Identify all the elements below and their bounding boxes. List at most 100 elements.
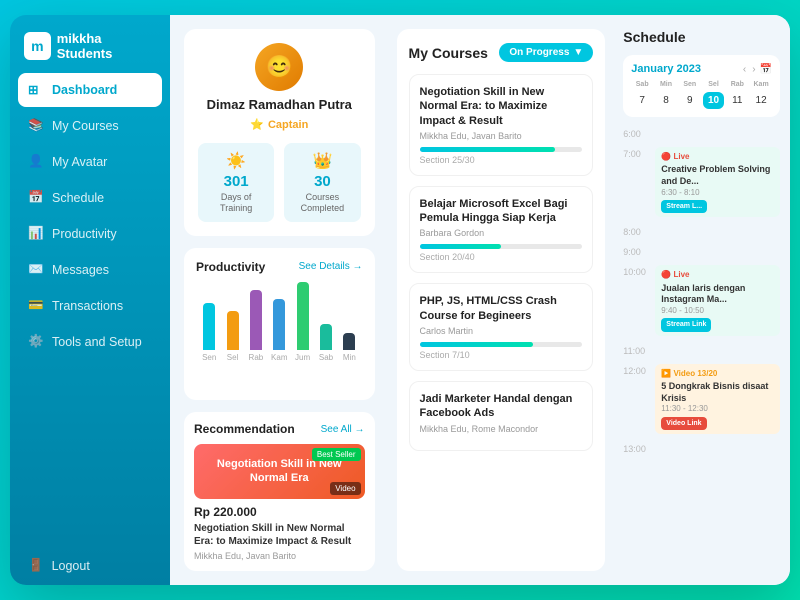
progress-container-3: [420, 342, 583, 347]
time-slot-700: 7:00 🔴 Live Creative Problem Solving and…: [623, 147, 780, 217]
progress-container-1: [420, 147, 583, 152]
calendar-nav: ‹ › 📅: [741, 64, 772, 75]
logout-button[interactable]: 🚪 Logout: [10, 546, 170, 585]
progress-container-2: [420, 244, 583, 249]
bar-min: [343, 333, 355, 350]
stream-link-2[interactable]: Stream Link: [661, 318, 711, 331]
course-card-2[interactable]: Belajar Microsoft Excel Bagi Pemula Hing…: [409, 186, 594, 274]
video-link-1[interactable]: Video Link: [661, 417, 706, 430]
see-details-link[interactable]: See Details →: [299, 261, 363, 272]
cal-day-12[interactable]: 12: [750, 92, 772, 109]
course-title-4: Jadi Marketer Handal dengan Facebook Ads: [420, 392, 583, 421]
chevron-down-icon: ▼: [573, 47, 583, 58]
time-slot-1100: 11:00: [623, 344, 780, 356]
logout-label: Logout: [52, 559, 90, 573]
time-1100: 11:00: [623, 344, 649, 356]
next-month-button[interactable]: ›: [750, 64, 757, 75]
productivity-title: Productivity: [196, 260, 265, 274]
sidebar-label-messages: Messages: [52, 263, 109, 277]
schedule-timeline: 6:00 7:00 🔴 Live Creative Problem Solvin…: [623, 127, 780, 571]
bar-col-sel: Sel: [223, 311, 241, 361]
schedule-title: Schedule: [623, 29, 780, 45]
bar-jum: [297, 282, 309, 350]
prev-month-button[interactable]: ‹: [741, 64, 748, 75]
app-name: mikkha Students: [57, 31, 156, 61]
bar-rab: [250, 290, 262, 350]
calendar-header: January 2023 ‹ › 📅: [631, 63, 772, 75]
calendar-icon[interactable]: 📅: [760, 64, 772, 75]
recommendation-card: Recommendation See All → Negotiation Ski…: [184, 412, 375, 571]
progress-bar-1: [420, 147, 555, 152]
live-badge-2: 🔴 Live: [661, 270, 689, 280]
event-creative-problem[interactable]: 🔴 Live Creative Problem Solving and De..…: [655, 147, 780, 217]
profile-stats: ☀️ 301 Days of Training 👑 30 Courses Com…: [198, 143, 361, 222]
stat-courses-completed: 👑 30 Courses Completed: [284, 143, 360, 222]
bar-col-jum: Jum: [293, 282, 311, 362]
course-author-3: Carlos Martin: [420, 326, 583, 336]
rec-title: Negotiation Skill in New Normal Era: to …: [194, 522, 365, 548]
time-800: 8:00: [623, 225, 649, 237]
progress-bar-3: [420, 342, 534, 347]
logout-icon: 🚪: [28, 558, 44, 573]
course-card-1[interactable]: Negotiation Skill in New Normal Era: to …: [409, 74, 594, 176]
cal-day-7[interactable]: 7: [631, 92, 653, 109]
sidebar-item-transactions[interactable]: 💳 Transactions: [18, 289, 162, 323]
cal-day-label-5: Kam: [750, 81, 772, 88]
productivity-card: Productivity See Details → SenSelRabKamJ…: [184, 248, 375, 400]
sidebar-item-schedule[interactable]: 📅 Schedule: [18, 181, 162, 215]
tools-icon: ⚙️: [28, 334, 44, 350]
bar-col-rab: Rab: [247, 290, 265, 362]
time-slot-1200: 12:00 ▶️ Video 13/20 5 Dongkrak Bisnis d…: [623, 364, 780, 434]
cal-day-11[interactable]: 11: [726, 92, 748, 109]
bar-sen: [203, 303, 215, 350]
time-1200: 12:00: [623, 364, 649, 376]
schedule-icon: 📅: [28, 190, 44, 206]
time-slot-600: 6:00: [623, 127, 780, 139]
event-jualan[interactable]: 🔴 Live Jualan laris dengan Instagram Ma.…: [655, 265, 780, 335]
stream-link-1[interactable]: Stream L...: [661, 200, 707, 213]
rec-type-badge: Video: [330, 482, 360, 495]
bar-label-sel: Sel: [227, 353, 239, 362]
avatar: 😊: [255, 43, 303, 91]
calendar-month: January 2023: [631, 63, 701, 75]
recommendation-title: Recommendation: [194, 422, 295, 436]
course-title-2: Belajar Microsoft Excel Bagi Pemula Hing…: [420, 197, 583, 226]
cal-day-8[interactable]: 8: [655, 92, 677, 109]
stat-days-value: 301: [224, 173, 249, 190]
course-author-2: Barbara Gordon: [420, 228, 583, 238]
progress-bar-2: [420, 244, 501, 249]
cal-day-10[interactable]: 10: [703, 92, 725, 109]
time-1000: 10:00: [623, 265, 649, 277]
filter-button[interactable]: On Progress ▼: [499, 43, 593, 62]
live-badge-1: 🔴 Live: [661, 152, 689, 162]
rec-price: Rp 220.000: [194, 505, 365, 519]
course-author-4: Mikkha Edu, Rome Macondor: [420, 424, 583, 434]
bar-kam: [273, 299, 285, 350]
sidebar-label-dashboard: Dashboard: [52, 83, 117, 97]
bar-label-sab: Sab: [319, 353, 333, 362]
stat-courses-label: Courses Completed: [290, 192, 354, 214]
bar-label-rab: Rab: [249, 353, 264, 362]
see-all-link[interactable]: See All →: [321, 424, 365, 435]
sidebar-item-productivity[interactable]: 📊 Productivity: [18, 217, 162, 251]
bar-col-sab: Sab: [317, 324, 335, 362]
sidebar-item-dashboard[interactable]: ⊞ Dashboard: [18, 73, 162, 107]
event-title-dongkrak: 5 Dongkrak Bisnis disaat Krisis: [661, 381, 774, 404]
sidebar-item-my-avatar[interactable]: 👤 My Avatar: [18, 145, 162, 179]
recommendation-image: Negotiation Skill in New Normal Era Best…: [194, 444, 365, 499]
calendar-days-header: Sab Min Sen Sel Rab Kam: [631, 81, 772, 88]
bar-label-jum: Jum: [295, 353, 310, 362]
rec-best-seller-badge: Best Seller: [312, 448, 361, 461]
time-700: 7:00: [623, 147, 649, 159]
sidebar-item-my-courses[interactable]: 📚 My Courses: [18, 109, 162, 143]
course-card-3[interactable]: PHP, JS, HTML/CSS Crash Course for Begin…: [409, 283, 594, 371]
sidebar-label-tools: Tools and Setup: [52, 335, 142, 349]
stat-days-training: ☀️ 301 Days of Training: [198, 143, 274, 222]
event-dongkrak[interactable]: ▶️ Video 13/20 5 Dongkrak Bisnis disaat …: [655, 364, 780, 434]
sidebar-item-messages[interactable]: ✉️ Messages: [18, 253, 162, 287]
course-card-4[interactable]: Jadi Marketer Handal dengan Facebook Ads…: [409, 381, 594, 451]
cal-day-9[interactable]: 9: [679, 92, 701, 109]
sidebar-item-tools[interactable]: ⚙️ Tools and Setup: [18, 325, 162, 359]
dashboard-icon: ⊞: [28, 82, 44, 98]
video-badge: ▶️ Video 13/20: [661, 369, 717, 379]
